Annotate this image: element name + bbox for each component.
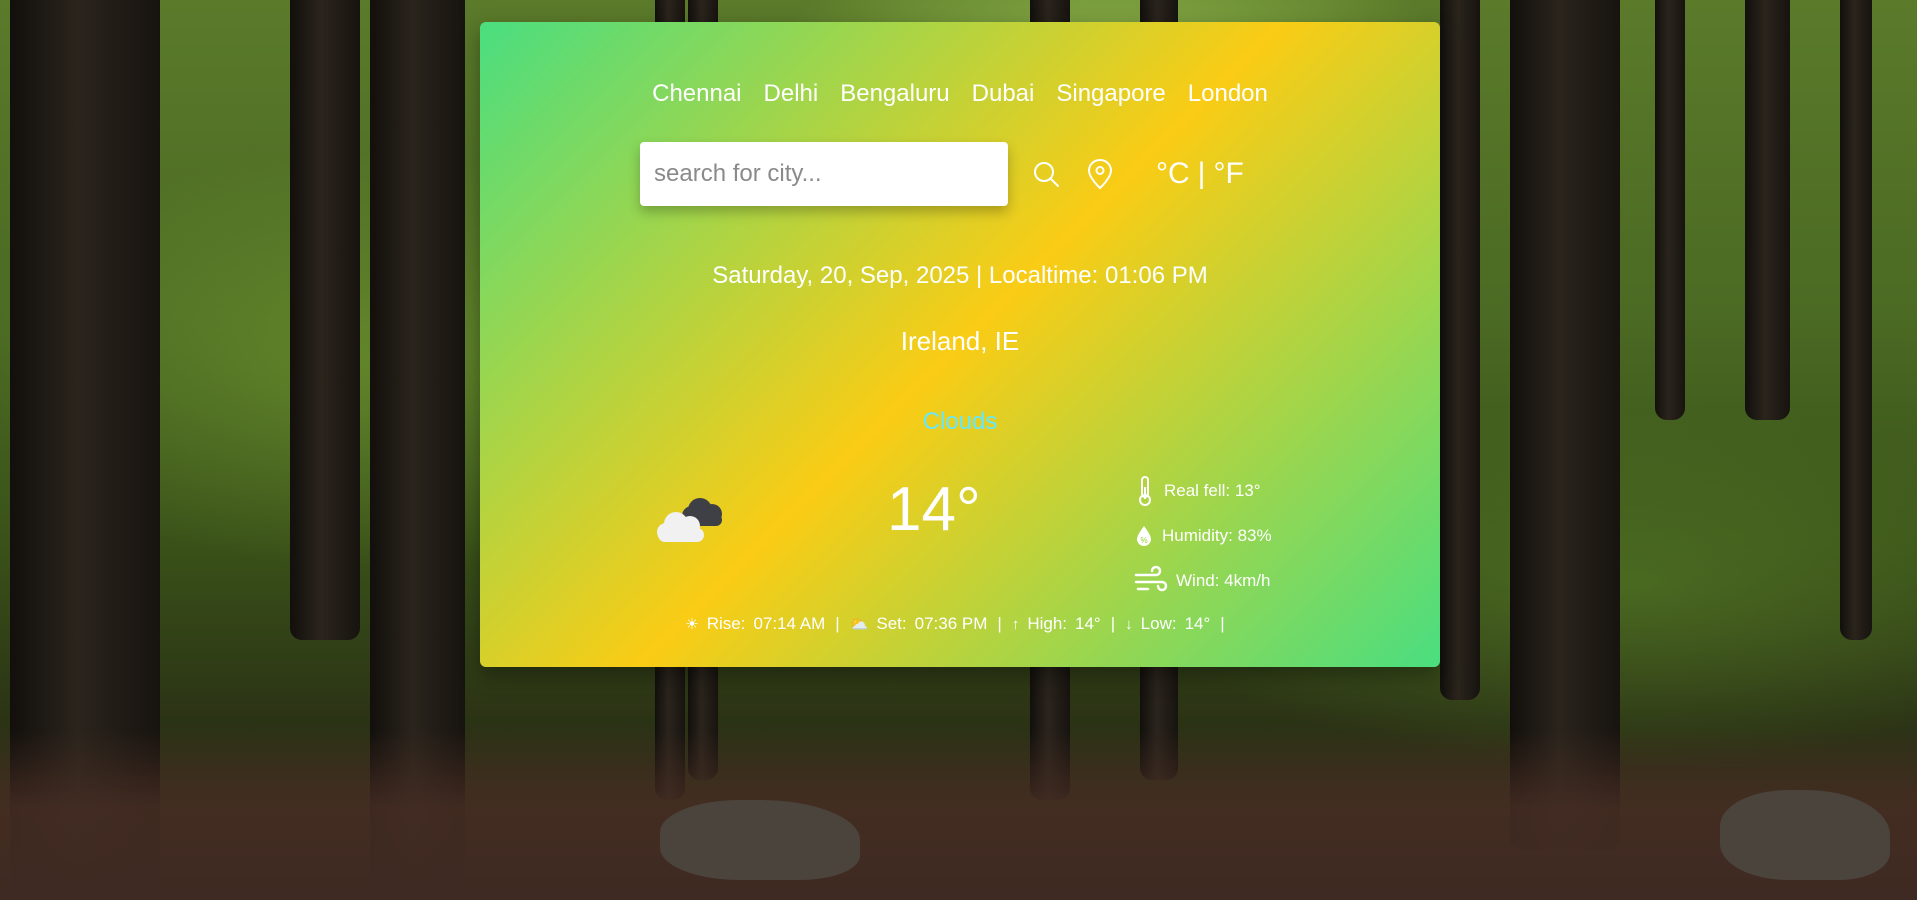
city-shortcuts: Chennai Delhi Bengaluru Dubai Singapore … xyxy=(480,80,1440,108)
tree-trunk xyxy=(1840,0,1872,640)
arrow-up-icon: ↑ xyxy=(1011,615,1020,633)
wind-text: Wind: 4km/h xyxy=(1176,570,1271,590)
separator: | xyxy=(835,614,840,633)
weather-condition: Clouds xyxy=(922,408,998,435)
city-button-chennai[interactable]: Chennai xyxy=(652,80,741,108)
rise-value: 07:14 AM xyxy=(753,614,826,633)
unit-separator: | xyxy=(1197,157,1206,190)
tree-trunk xyxy=(1745,0,1790,420)
tree-trunk xyxy=(290,0,360,640)
unit-toggle: °C | °F xyxy=(1156,157,1244,191)
city-button-dubai[interactable]: Dubai xyxy=(972,80,1035,108)
temperature-value: 14° xyxy=(887,475,981,544)
svg-text:%: % xyxy=(1140,536,1147,545)
search-input[interactable] xyxy=(640,142,1008,206)
low-value: 14° xyxy=(1184,614,1211,633)
celsius-button[interactable]: °C xyxy=(1156,157,1190,191)
rise-label: Rise: xyxy=(706,614,746,633)
forest-ground xyxy=(0,730,1917,900)
weather-card: Chennai Delhi Bengaluru Dubai Singapore … xyxy=(480,22,1440,667)
humidity-text: Humidity: 83% xyxy=(1162,525,1272,545)
city-button-singapore[interactable]: Singapore xyxy=(1056,80,1165,108)
cloud-icon xyxy=(652,488,728,553)
rock xyxy=(660,800,860,880)
arrow-down-icon: ↓ xyxy=(1125,615,1133,633)
real-feel-row: Real fell: 13° xyxy=(1134,468,1272,513)
set-value: 07:36 PM xyxy=(914,614,988,633)
city-button-delhi[interactable]: Delhi xyxy=(764,80,819,108)
weather-details: Real fell: 13° % Humidity: 83% Wind: 4km… xyxy=(1134,468,1272,603)
humidity-row: % Humidity: 83% xyxy=(1134,513,1272,558)
droplet-icon: % xyxy=(1137,525,1151,546)
cloud-sun-icon: ⛅ xyxy=(849,616,869,633)
wind-row: Wind: 4km/h xyxy=(1134,558,1272,603)
thermometer-icon xyxy=(1139,475,1151,506)
city-button-bengaluru[interactable]: Bengaluru xyxy=(840,80,949,108)
separator: | xyxy=(1110,614,1116,633)
fahrenheit-button[interactable]: °F xyxy=(1213,157,1243,191)
tree-trunk xyxy=(1510,0,1620,850)
high-value: 14° xyxy=(1075,614,1101,633)
city-button-london[interactable]: London xyxy=(1188,80,1268,108)
set-label: Set: xyxy=(876,614,907,633)
tree-trunk xyxy=(1655,0,1685,420)
low-label: Low: xyxy=(1140,614,1177,633)
search-icon[interactable] xyxy=(1030,157,1062,191)
search-bar: °C | °F xyxy=(640,142,1244,206)
sun-icon: ☀ xyxy=(685,616,699,633)
date-time-text: Saturday, 20, Sep, 2025 | Localtime: 01:… xyxy=(712,262,1208,289)
rock xyxy=(1720,790,1890,880)
real-feel-text: Real fell: 13° xyxy=(1164,480,1261,500)
tree-trunk xyxy=(1440,0,1480,700)
wind-icon xyxy=(1134,565,1168,591)
high-label: High: xyxy=(1027,614,1068,633)
separator: | xyxy=(997,614,1002,633)
location-text: Ireland, IE xyxy=(900,326,1020,356)
location-pin-icon[interactable] xyxy=(1084,157,1116,191)
separator: | xyxy=(1220,614,1225,633)
sun-temp-summary: ☀ Rise: 07:14 AM | ⛅ Set: 07:36 PM | ↑ H… xyxy=(480,614,1440,634)
